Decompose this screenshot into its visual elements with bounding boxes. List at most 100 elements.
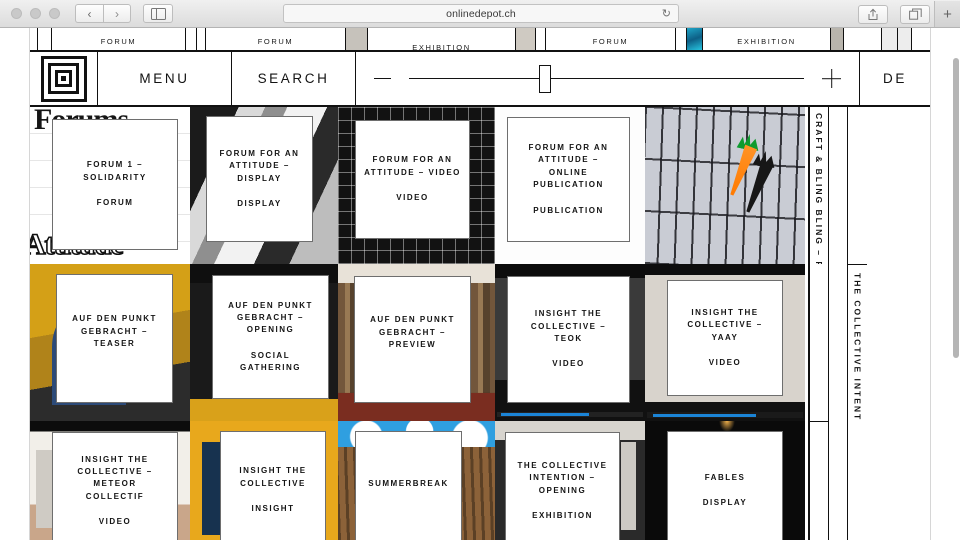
tile-title: INSIGHT THE COLLECTIVE – YAAY — [687, 307, 763, 342]
zoom-slider[interactable] — [356, 52, 860, 105]
forward-button[interactable]: › — [103, 4, 131, 23]
reload-icon[interactable]: ↻ — [662, 7, 671, 20]
video-progress-bar[interactable] — [647, 412, 803, 418]
peek-image-strip — [516, 28, 536, 50]
vertical-label-column-2[interactable] — [847, 421, 867, 540]
zoom-slider-thumb[interactable] — [539, 64, 552, 93]
show-sidebar-button[interactable] — [143, 4, 173, 23]
tile-caption-card: AUF DEN PUNKT GEBRACHT – PREVIEW — [354, 276, 471, 403]
maximize-window-button[interactable] — [49, 8, 60, 19]
grid-tile[interactable] — [645, 107, 805, 264]
vertical-label-column[interactable]: CRAFT & BLING BLING – FAKE — [809, 107, 829, 264]
tile-caption-card: INSIGHT THE COLLECTIVE – METEOR COLLECTI… — [52, 432, 178, 540]
peek-image-strip — [831, 28, 844, 50]
grid-tile[interactable]: SUMMERBREAK — [338, 421, 495, 540]
vertical-label-column[interactable] — [809, 264, 829, 421]
tile-caption-card: THE COLLECTIVE INTENTION – OPENING EXHIB… — [505, 432, 620, 540]
language-switcher[interactable]: DE — [860, 52, 930, 105]
peek-image-strip — [346, 28, 368, 50]
tabs-icon — [908, 8, 922, 20]
tile-category: VIDEO — [396, 193, 429, 203]
grid-tile[interactable]: AUF DEN PUNKT GEBRACHT – TEASER — [30, 264, 190, 421]
tile-category: EXHIBITION — [532, 510, 593, 520]
chevron-right-icon: › — [115, 6, 119, 21]
peek-spacer — [882, 28, 898, 50]
site-logo[interactable] — [30, 52, 98, 105]
share-icon — [868, 8, 878, 20]
zoom-in-icon[interactable] — [822, 69, 841, 88]
back-button[interactable]: ‹ — [75, 4, 103, 23]
window-controls[interactable] — [11, 8, 60, 19]
grid-tile[interactable]: INSIGHT THE COLLECTIVE – TEOK VIDEO — [495, 264, 645, 421]
tile-caption-card: FORUM FOR AN ATTITUDE – ONLINE PUBLICATI… — [507, 117, 630, 242]
project-grid: FORUM 1 – SOLIDARITY FORUM FORUM FOR AN … — [30, 107, 930, 540]
tile-category: DISPLAY — [702, 498, 748, 507]
tile-title: AUF DEN PUNKT GEBRACHT – PREVIEW — [370, 315, 455, 350]
tile-category: PUBLICATION — [533, 205, 604, 215]
tile-category: FORUM — [96, 198, 134, 208]
grid-tile[interactable]: THE COLLECTIVE INTENTION – OPENING EXHIB… — [495, 421, 645, 540]
grid-tile[interactable]: INSIGHT THE COLLECTIVE INSIGHT — [190, 421, 338, 540]
zoom-slider-track[interactable] — [409, 64, 804, 94]
grid-row: INSIGHT THE COLLECTIVE – METEOR COLLECTI… — [30, 421, 930, 540]
tile-category: VIDEO — [708, 357, 742, 367]
vertical-label-column-2[interactable]: THE COLLECTIVE INTENTION — [847, 264, 867, 421]
search-button-label: SEARCH — [257, 71, 330, 86]
vertical-label-text: CRAFT & BLING BLING – FAKE — [814, 113, 824, 264]
peek-tile[interactable]: FORUM — [546, 28, 676, 50]
peek-tile[interactable]: FORUM — [52, 28, 186, 50]
tile-background-image — [645, 107, 805, 264]
tile-title: AUF DEN PUNKT GEBRACHT – TEASER — [72, 314, 157, 349]
close-window-button[interactable] — [11, 8, 22, 19]
peek-spacer — [197, 28, 206, 50]
tile-category: VIDEO — [552, 359, 585, 369]
address-bar[interactable]: onlinedepot.ch ↻ — [283, 4, 679, 23]
tile-caption-card: SUMMERBREAK — [355, 431, 462, 540]
vertical-label-column-2[interactable] — [847, 107, 867, 264]
peek-tile-label: FORUM — [592, 37, 629, 46]
tile-caption-card: FORUM FOR AN ATTITUDE – DISPLAY DISPLAY — [206, 116, 313, 242]
grid-tile[interactable]: FORUM FOR AN ATTITUDE – DISPLAY DISPLAY — [190, 107, 338, 264]
tile-caption-card: FORUM FOR AN ATTITUDE – VIDEO VIDEO — [355, 120, 470, 239]
search-button[interactable]: SEARCH — [232, 52, 356, 105]
grid-tile[interactable]: INSIGHT THE COLLECTIVE – METEOR COLLECTI… — [30, 421, 190, 540]
tile-category: VIDEO — [98, 517, 132, 527]
grid-tile[interactable]: FORUM 1 – SOLIDARITY FORUM — [30, 107, 190, 264]
site-navbar: MENU SEARCH DE — [30, 50, 930, 107]
tile-caption-card: INSIGHT THE COLLECTIVE – TEOK VIDEO — [507, 276, 630, 403]
tile-caption-card: FABLES DISPLAY — [667, 431, 783, 540]
grid-tile[interactable]: FORUM FOR AN ATTITUDE – ONLINE PUBLICATI… — [495, 107, 645, 264]
peek-spacer — [186, 28, 197, 50]
menu-button[interactable]: MENU — [98, 52, 232, 105]
page-scrollbar[interactable] — [953, 58, 959, 358]
toolbar-right-actions: + — [846, 0, 960, 28]
peek-tile[interactable]: EXHIBITION — [703, 28, 831, 50]
grid-tile[interactable]: FABLES DISPLAY — [645, 421, 805, 540]
show-tabs-button[interactable] — [900, 4, 930, 24]
vertical-label-column[interactable] — [809, 421, 829, 540]
peek-row: FORUM FORUM EXHIBITION FORUM EXHIBITION — [30, 28, 930, 50]
grid-tile[interactable]: INSIGHT THE COLLECTIVE – YAAY VIDEO — [645, 264, 805, 421]
grid-gutter — [829, 421, 847, 540]
menu-button-label: MENU — [139, 71, 190, 86]
video-progress-bar[interactable] — [497, 412, 643, 417]
tile-caption-card: INSIGHT THE COLLECTIVE – YAAY VIDEO — [667, 280, 783, 396]
peek-tile[interactable]: FORUM — [206, 28, 346, 50]
zoom-out-icon[interactable] — [374, 77, 391, 80]
minimize-window-button[interactable] — [30, 8, 41, 19]
chevron-left-icon: ‹ — [87, 6, 92, 21]
peek-tile-label: FORUM — [257, 37, 294, 46]
tile-title: FABLES — [704, 472, 746, 482]
new-tab-button[interactable]: + — [934, 1, 960, 27]
share-button[interactable] — [858, 4, 888, 24]
grid-tile[interactable]: AUF DEN PUNKT GEBRACHT – PREVIEW — [338, 264, 495, 421]
language-label: DE — [883, 71, 907, 86]
peek-spacer — [38, 28, 52, 50]
grid-tile[interactable]: AUF DEN PUNKT GEBRACHT – OPENING SOCIAL … — [190, 264, 338, 421]
peek-spacer — [898, 28, 912, 50]
grid-tile[interactable]: FORUM FOR AN ATTITUDE – VIDEO VIDEO — [338, 107, 495, 264]
grid-row: FORUM 1 – SOLIDARITY FORUM FORUM FOR AN … — [30, 107, 930, 264]
peek-tile-label: FORUM — [100, 37, 137, 46]
peek-tile[interactable]: EXHIBITION — [368, 28, 516, 50]
grid-row: AUF DEN PUNKT GEBRACHT – TEASER AUF DEN … — [30, 264, 930, 421]
